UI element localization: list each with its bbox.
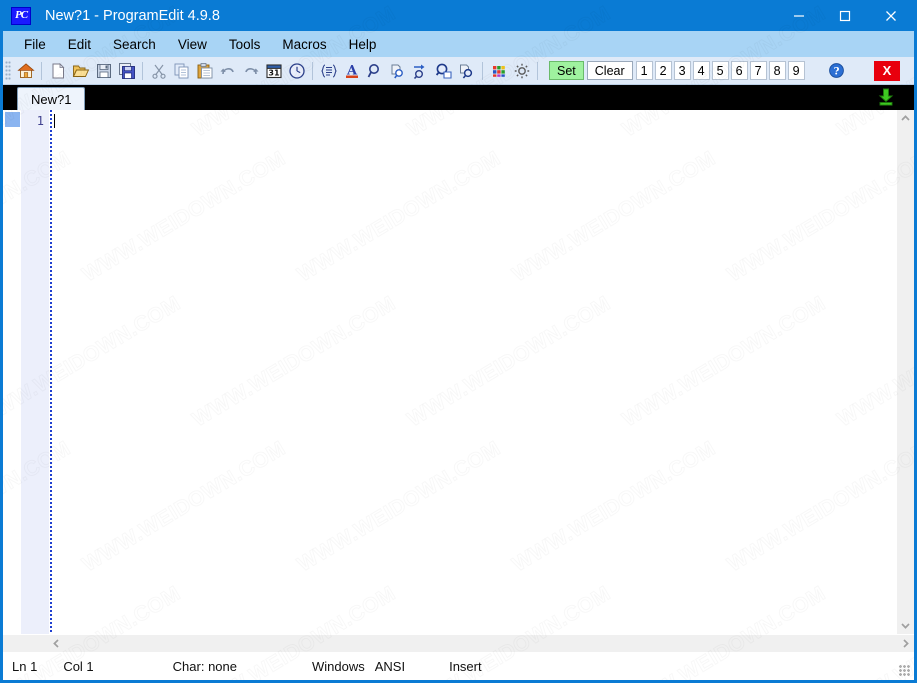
- toolbar-grip[interactable]: [5, 61, 11, 80]
- new-file-icon[interactable]: [46, 59, 69, 82]
- window-title: New?1 - ProgramEdit 4.9.8: [45, 7, 220, 24]
- menu-item-view[interactable]: View: [167, 34, 218, 55]
- text-caret: [54, 114, 55, 128]
- menu-item-search[interactable]: Search: [102, 34, 167, 55]
- line-number: 1: [36, 114, 44, 128]
- menu-item-edit[interactable]: Edit: [57, 34, 102, 55]
- scrollbar-corner: [3, 635, 48, 652]
- toolbar-separator: [482, 61, 483, 80]
- toolbar-separator: [41, 61, 42, 80]
- bookmark-9[interactable]: 9: [787, 61, 805, 80]
- tab-label: New?1: [31, 91, 72, 107]
- search-magnifier-icon[interactable]: [363, 59, 386, 82]
- horizontal-scrollbar[interactable]: [3, 634, 914, 652]
- save-all-icon[interactable]: [115, 59, 138, 82]
- open-folder-icon[interactable]: [69, 59, 92, 82]
- minimize-button[interactable]: [776, 0, 822, 31]
- editor-area: 1: [3, 110, 914, 634]
- vertical-scroll-track[interactable]: [897, 127, 914, 617]
- menu-item-tools[interactable]: Tools: [218, 34, 272, 55]
- calendar-icon[interactable]: 31: [262, 59, 285, 82]
- clock-icon[interactable]: [285, 59, 308, 82]
- tab-new1[interactable]: New?1: [17, 87, 86, 110]
- clear-bookmark-button[interactable]: Clear: [586, 61, 633, 80]
- bookmark-7[interactable]: 7: [749, 61, 767, 80]
- toolbar-right-group: X: [874, 60, 914, 81]
- window-controls: [776, 0, 914, 31]
- title-bar: PC New?1 - ProgramEdit 4.9.8: [3, 0, 914, 31]
- bookmark-number-group: 1 2 3 4 5 6 7 8 9: [635, 61, 807, 80]
- svg-text:?: ?: [833, 66, 839, 77]
- indent-block-icon[interactable]: [317, 59, 340, 82]
- bookmark-4[interactable]: 4: [692, 61, 710, 80]
- color-palette-icon[interactable]: [487, 59, 510, 82]
- status-bar: Ln 1 Col 1 Char: none Windows ANSI Inser…: [3, 652, 914, 680]
- bookmark-1[interactable]: 1: [635, 61, 653, 80]
- horizontal-scroll-track[interactable]: [65, 635, 897, 652]
- vertical-scrollbar[interactable]: [896, 110, 914, 634]
- help-icon[interactable]: ?: [825, 59, 848, 82]
- bookmark-marker[interactable]: [5, 112, 20, 127]
- resize-grip[interactable]: [899, 665, 910, 676]
- bookmark-controls: Set Clear: [549, 61, 636, 80]
- menu-item-file[interactable]: File: [13, 34, 57, 55]
- save-icon[interactable]: [92, 59, 115, 82]
- bookmark-5[interactable]: 5: [711, 61, 729, 80]
- find-replace-icon[interactable]: [432, 59, 455, 82]
- bookmark-8[interactable]: 8: [768, 61, 786, 80]
- download-icon[interactable]: [876, 87, 896, 112]
- close-button[interactable]: [868, 0, 914, 31]
- scroll-left-arrow-icon[interactable]: [48, 635, 65, 652]
- copy-icon[interactable]: [170, 59, 193, 82]
- status-insert-mode: Insert: [449, 658, 482, 674]
- toolbar-separator: [142, 61, 143, 80]
- bookmark-6[interactable]: 6: [730, 61, 748, 80]
- status-column: Col 1: [63, 658, 94, 674]
- scroll-right-arrow-icon[interactable]: [897, 635, 914, 652]
- toolbar: 31 A Set Clear 1 2 3 4 5 6 7 8 9 ? X: [3, 57, 914, 85]
- paste-clipboard-icon[interactable]: [193, 59, 216, 82]
- toolbar-separator: [312, 61, 313, 80]
- svg-text:31: 31: [268, 68, 280, 77]
- menu-item-help[interactable]: Help: [338, 34, 388, 55]
- set-bookmark-button[interactable]: Set: [549, 61, 584, 80]
- font-color-icon[interactable]: A: [340, 59, 363, 82]
- tab-bar: New?1: [3, 85, 914, 110]
- goto-line-icon[interactable]: [409, 59, 432, 82]
- replace-in-files-icon[interactable]: [455, 59, 478, 82]
- status-char: Char: none: [172, 658, 237, 674]
- menu-item-macros[interactable]: Macros: [271, 34, 337, 55]
- redo-arrow-icon[interactable]: [239, 59, 262, 82]
- find-in-files-icon[interactable]: [386, 59, 409, 82]
- status-line: Ln 1: [12, 658, 38, 674]
- menu-bar: File Edit Search View Tools Macros Help: [3, 31, 914, 57]
- scroll-down-arrow-icon[interactable]: [897, 617, 914, 634]
- undo-arrow-icon[interactable]: [216, 59, 239, 82]
- status-encoding: ANSI: [374, 658, 406, 674]
- cut-scissors-icon[interactable]: [147, 59, 170, 82]
- app-logo-icon: PC: [11, 6, 31, 25]
- toolbar-separator: [537, 61, 538, 80]
- text-input-area[interactable]: [52, 110, 896, 634]
- home-icon[interactable]: [14, 59, 37, 82]
- application-window: PC New?1 - ProgramEdit 4.9.8 File Edit S…: [0, 0, 917, 683]
- bookmark-gutter[interactable]: [3, 110, 21, 634]
- status-line-ending: Windows: [312, 658, 365, 674]
- bookmark-3[interactable]: 3: [673, 61, 691, 80]
- gear-settings-icon[interactable]: [510, 59, 533, 82]
- scroll-up-arrow-icon[interactable]: [897, 110, 914, 127]
- maximize-button[interactable]: [822, 0, 868, 31]
- line-number-gutter: 1: [21, 110, 49, 634]
- bookmark-2[interactable]: 2: [654, 61, 672, 80]
- close-document-button[interactable]: X: [874, 60, 900, 81]
